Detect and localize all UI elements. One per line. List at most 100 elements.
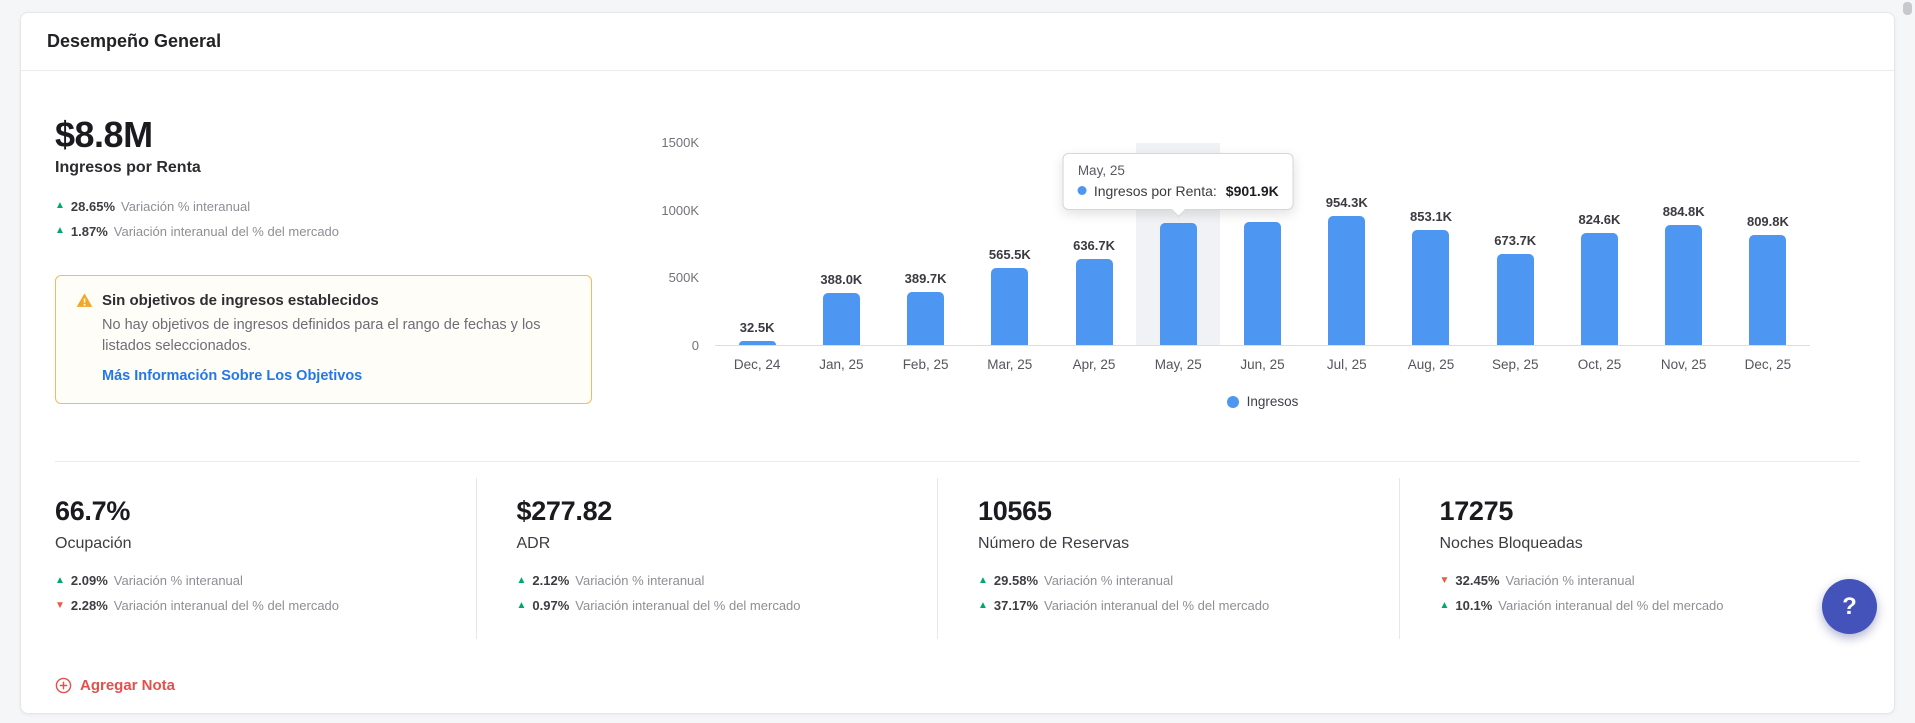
- bar-value-label: 388.0K: [820, 271, 863, 287]
- arrow-down-icon: ▼: [55, 599, 65, 611]
- arrow-down-icon: ▼: [1439, 574, 1450, 586]
- x-axis-label: Dec, 25: [1744, 357, 1792, 372]
- variation-up: ▲ 2.12% Variación % interanual: [517, 573, 898, 588]
- bar-slot-feb-25[interactable]: 389.7K Feb, 25: [883, 143, 967, 372]
- bar-slot-jul-25[interactable]: 954.3K Jul, 25: [1305, 143, 1389, 372]
- variation-text: Variación % interanual: [1044, 573, 1174, 588]
- chart-grid: 0 500K 1000K 1500K 32.5K Dec, 24 388.0K Jan, 2…: [615, 136, 1810, 373]
- bar-slot-sep-25[interactable]: 673.7K Sep, 25: [1473, 143, 1557, 372]
- bar-sep-25[interactable]: [1496, 253, 1534, 345]
- x-axis-label: Apr, 25: [1072, 357, 1116, 372]
- bar-value-label: 884.8K: [1662, 204, 1705, 220]
- legend-item-ingresos[interactable]: Ingresos: [1226, 394, 1298, 409]
- warning-body: No hay objetivos de ingresos definidos p…: [102, 316, 541, 355]
- help-label: ?: [1842, 592, 1857, 620]
- kpi-label: Número de Reservas: [978, 535, 1130, 552]
- kpi-card-ocupaci-n: 66.7% Ocupación ▲ 2.09% Variación % interanu…: [55, 478, 476, 639]
- arrow-up-icon: ▲: [55, 200, 65, 212]
- revenue-label: Ingresos por Renta: [55, 158, 201, 176]
- arrow-up-icon: ▲: [55, 225, 65, 237]
- bar-jun-25[interactable]: [1244, 221, 1282, 345]
- variation-text: Variación interanual del % del mercado: [1498, 598, 1724, 613]
- add-note-button[interactable]: Agregar Nota: [55, 677, 175, 694]
- bar-slot-oct-25[interactable]: 824.6K Oct, 25: [1557, 143, 1641, 372]
- revenue-chart: 0 500K 1000K 1500K 32.5K Dec, 24 388.0K Jan, 2…: [615, 109, 1860, 409]
- revenue-summary: $8.8M Ingresos por Renta ▲ 28.65% Variació…: [55, 109, 615, 409]
- bar-value-label: 809.8K: [1746, 214, 1789, 230]
- variation-up: ▲ 0.97% Variación interanual del % del mer…: [517, 598, 898, 613]
- bar-may-25[interactable]: [1159, 222, 1197, 345]
- bar-value-label: 954.3K: [1325, 194, 1368, 210]
- kpi-variations: ▲ 2.12% Variación % interanual ▲ 0.97% Variac…: [517, 573, 898, 613]
- bar-slot-jan-25[interactable]: 388.0K Jan, 25: [799, 143, 883, 373]
- variation-percent: 2.12%: [532, 573, 570, 588]
- arrow-up-icon: ▲: [978, 574, 988, 586]
- variation-text: Variación % interanual: [113, 573, 243, 588]
- chart-tooltip: May, 25 Ingresos por Renta: $901.9K: [1062, 152, 1294, 218]
- objectives-info-link[interactable]: Más Información Sobre Los Objetivos: [102, 368, 362, 384]
- y-axis-tick: 0: [691, 338, 699, 353]
- bar-jul-25[interactable]: [1328, 215, 1366, 345]
- bar-value-label: 636.7K: [1073, 237, 1116, 253]
- kpi-card-adr: $277.82 ADR ▲ 2.12% Variación % interanual ▲ 0…: [475, 478, 938, 639]
- kpi-variations: ▼ 32.45% Variación % interanual ▲ 10.1% Varia…: [1440, 573, 1821, 613]
- x-axis-label: May, 25: [1154, 357, 1202, 372]
- bar-feb-25[interactable]: [907, 292, 945, 345]
- bar-dec-24[interactable]: [738, 340, 776, 345]
- scrollbar-thumb[interactable]: [1903, 2, 1912, 15]
- variation-down: ▼ 32.45% Variación % interanual: [1440, 573, 1821, 588]
- variation-percent: 29.58%: [993, 573, 1038, 588]
- y-axis-tick: 1500K: [661, 135, 699, 150]
- bar-oct-25[interactable]: [1580, 233, 1618, 345]
- bar-value-label: 673.7K: [1494, 232, 1537, 248]
- variation-up: ▲ 2.09% Variación % interanual: [55, 573, 436, 588]
- x-axis-label: Jan, 25: [819, 357, 864, 372]
- chart-plot-area: 32.5K Dec, 24 388.0K Jan, 25 389.7K Feb, 25 56…: [715, 143, 1810, 373]
- bar-jan-25[interactable]: [822, 292, 860, 345]
- x-axis-label: Jun, 25: [1240, 357, 1285, 372]
- bar-slot-nov-25[interactable]: 884.8K Nov, 25: [1642, 143, 1726, 372]
- series-dot-icon: [1077, 186, 1087, 196]
- variation-percent: 37.17%: [993, 598, 1038, 613]
- x-axis-label: Nov, 25: [1660, 357, 1707, 372]
- x-axis-label: Jul, 25: [1326, 357, 1367, 372]
- x-axis-label: Oct, 25: [1577, 357, 1622, 372]
- chart-legend: Ingresos: [715, 394, 1810, 409]
- tooltip-series-row: Ingresos por Renta: $901.9K: [1077, 182, 1279, 199]
- variation-percent: 10.1%: [1455, 598, 1493, 613]
- variation-text: Variación % interanual: [121, 198, 251, 214]
- add-note-label: Agregar Nota: [80, 677, 176, 694]
- revenue-section: $8.8M Ingresos por Renta ▲ 28.65% Variació…: [55, 71, 1860, 461]
- arrow-up-icon: ▲: [516, 599, 527, 611]
- kpi-label: Noches Bloqueadas: [1439, 535, 1583, 552]
- variation-down: ▼ 2.28% Variación interanual del % del mer…: [55, 598, 436, 613]
- bar-slot-dec-25[interactable]: 809.8K Dec, 25: [1726, 143, 1810, 372]
- variation-text: Variación interanual del % del mercado: [1044, 598, 1270, 613]
- bar-dec-25[interactable]: [1749, 235, 1787, 345]
- warning-title: Sin objetivos de ingresos establecidos: [102, 291, 379, 309]
- bar-slot-mar-25[interactable]: 565.5K Mar, 25: [968, 143, 1052, 372]
- bar-apr-25[interactable]: [1075, 258, 1113, 345]
- bar-slot-dec-24[interactable]: 32.5K Dec, 24: [715, 143, 799, 372]
- bar-slot-aug-25[interactable]: 853.1K Aug, 25: [1389, 143, 1473, 372]
- warning-icon: [76, 293, 93, 307]
- bar-aug-25[interactable]: [1412, 229, 1450, 345]
- bar-mar-25[interactable]: [991, 268, 1029, 345]
- legend-dot-icon: [1226, 395, 1239, 408]
- x-axis-label: Feb, 25: [902, 357, 949, 372]
- bar-value-label: 389.7K: [904, 271, 947, 287]
- variation-text: Variación interanual del % del mercado: [575, 598, 801, 613]
- variation-up: ▲ 1.87% Variación interanual del % del mer…: [55, 224, 615, 239]
- bar-nov-25[interactable]: [1665, 225, 1703, 345]
- kpi-label: ADR: [516, 535, 551, 552]
- revenue-value: $8.8M: [55, 114, 153, 155]
- bar-value-label: 853.1K: [1410, 208, 1452, 224]
- variation-up: ▲ 29.58% Variación % interanual: [978, 573, 1359, 588]
- bar-value-label: 565.5K: [988, 247, 1031, 263]
- help-button[interactable]: ?: [1822, 579, 1877, 634]
- bar-value-label: 32.5K: [739, 319, 775, 335]
- revenue-variations: ▲ 28.65% Variación % interanual ▲ 1.87% Varia…: [55, 199, 615, 239]
- kpi-value: 10565: [978, 496, 1052, 526]
- arrow-up-icon: ▲: [978, 599, 988, 611]
- tooltip-value: $901.9K: [1225, 182, 1279, 199]
